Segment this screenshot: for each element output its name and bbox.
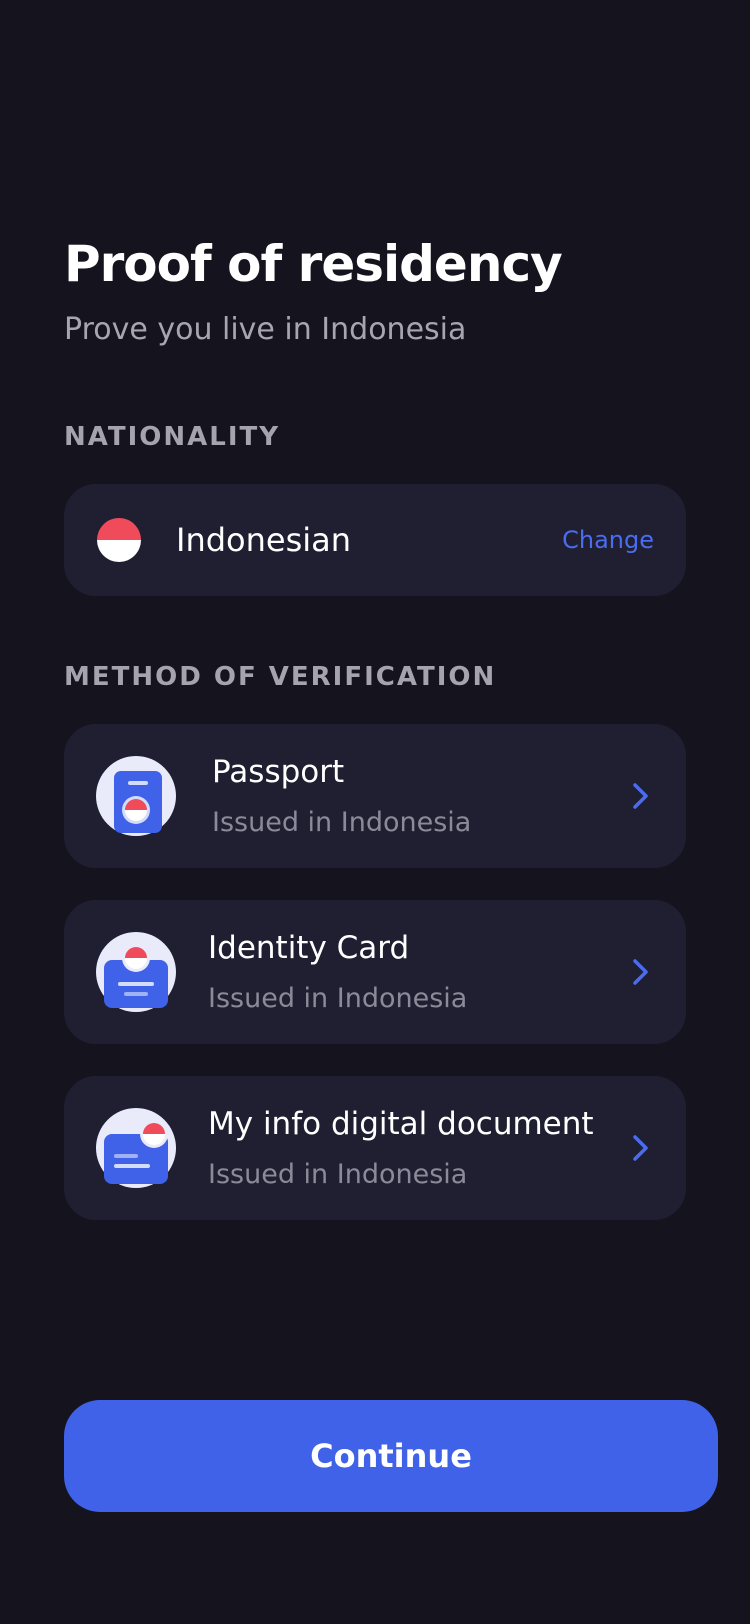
method-option-digital-document[interactable]: My info digital document Issued in Indon… — [64, 1076, 686, 1220]
chevron-right-icon — [633, 783, 648, 809]
method-option-identity-card[interactable]: Identity Card Issued in Indonesia — [64, 900, 686, 1044]
method-subtitle: Issued in Indonesia — [208, 1159, 468, 1190]
continue-button[interactable]: Continue — [64, 1400, 718, 1512]
page-title: Proof of residency — [64, 235, 563, 293]
method-title: Passport — [212, 754, 345, 790]
method-title: Identity Card — [208, 930, 410, 966]
nationality-value: Indonesian — [176, 521, 352, 559]
method-section-label: METHOD OF VERIFICATION — [64, 662, 497, 692]
indonesia-flag-icon — [97, 518, 141, 562]
method-subtitle: Issued in Indonesia — [212, 807, 472, 838]
passport-icon — [96, 756, 176, 836]
method-option-passport[interactable]: Passport Issued in Indonesia — [64, 724, 686, 868]
page-subtitle: Prove you live in Indonesia — [64, 312, 467, 347]
method-subtitle: Issued in Indonesia — [208, 983, 468, 1014]
chevron-right-icon — [633, 1135, 648, 1161]
id-card-icon — [96, 932, 176, 1012]
nationality-card: Indonesian Change — [64, 484, 686, 596]
method-title: My info digital document — [208, 1106, 594, 1142]
change-nationality-link[interactable]: Change — [562, 524, 654, 556]
nationality-section-label: NATIONALITY — [64, 422, 281, 452]
digital-document-icon — [96, 1108, 176, 1188]
chevron-right-icon — [633, 959, 648, 985]
